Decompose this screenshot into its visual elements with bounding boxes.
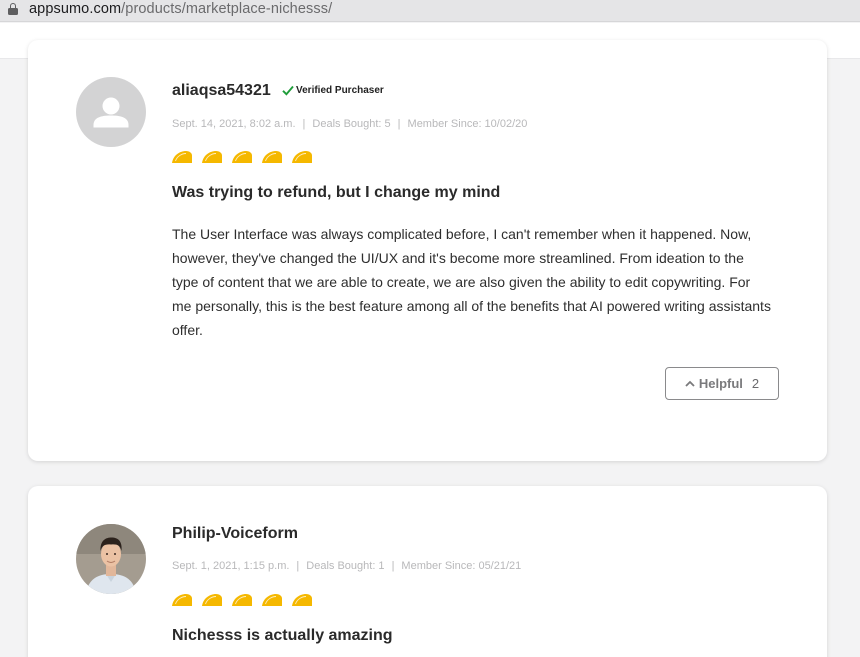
taco-rating-icon: [262, 151, 282, 163]
avatar[interactable]: [76, 524, 146, 594]
taco-rating: [171, 593, 313, 607]
taco-rating-icon: [292, 594, 312, 606]
avatar[interactable]: [76, 77, 146, 147]
user-photo: [76, 524, 146, 594]
taco-rating-icon: [172, 594, 192, 606]
review-meta: Sept. 1, 2021, 1:15 p.m. | Deals Bought: 1…: [172, 560, 522, 572]
chevron-up-icon: [685, 380, 695, 387]
user-placeholder-icon: [93, 97, 129, 128]
reviewer-name[interactable]: aliaqsa54321: [172, 82, 271, 100]
member-since: Member Since: 10/02/20: [407, 118, 528, 130]
taco-rating-icon: [232, 151, 252, 163]
browser-address-bar[interactable]: appsumo.com/products/marketplace-nichess…: [0, 0, 860, 22]
taco-rating-icon: [202, 594, 222, 606]
verified-badge: Verified Purchaser: [282, 85, 384, 96]
helpful-count: 2: [751, 376, 760, 391]
url-path: /products/marketplace-nichesss/: [121, 0, 333, 17]
review-card: Philip-Voiceform Sept. 1, 2021, 1:15 p.m…: [28, 486, 827, 657]
taco-rating-icon: [262, 594, 282, 606]
review-title: Nichesss is actually amazing: [172, 627, 393, 644]
review-body: The User Interface was always complicate…: [172, 226, 771, 338]
taco-rating-icon: [292, 151, 312, 163]
deals-bought: Deals Bought: 1: [306, 560, 385, 572]
review-card: aliaqsa54321 Verified Purchaser Sept. 14…: [28, 40, 827, 461]
review-date: Sept. 1, 2021, 1:15 p.m.: [172, 560, 290, 572]
lock-icon: [8, 3, 18, 15]
taco-rating-icon: [232, 594, 252, 606]
review-title: Was trying to refund, but I change my mi…: [172, 184, 501, 201]
taco-rating: [171, 150, 313, 164]
review-meta: Sept. 14, 2021, 8:02 a.m. | Deals Bought: …: [172, 118, 528, 130]
member-since: Member Since: 05/21/21: [401, 560, 522, 572]
url-domain: appsumo.com: [29, 0, 122, 17]
verified-label: Verified Purchaser: [296, 85, 384, 96]
helpful-label: Helpful: [698, 376, 743, 391]
checkmark-icon: [282, 85, 294, 96]
taco-rating-icon: [202, 151, 222, 163]
taco-rating-icon: [172, 151, 192, 163]
review-date: Sept. 14, 2021, 8:02 a.m.: [172, 118, 296, 130]
reviewer-name[interactable]: Philip-Voiceform: [172, 525, 298, 543]
url-text[interactable]: appsumo.com/products/marketplace-nichess…: [29, 1, 332, 17]
helpful-button[interactable]: Helpful 2: [665, 367, 779, 400]
deals-bought: Deals Bought: 5: [312, 118, 391, 130]
